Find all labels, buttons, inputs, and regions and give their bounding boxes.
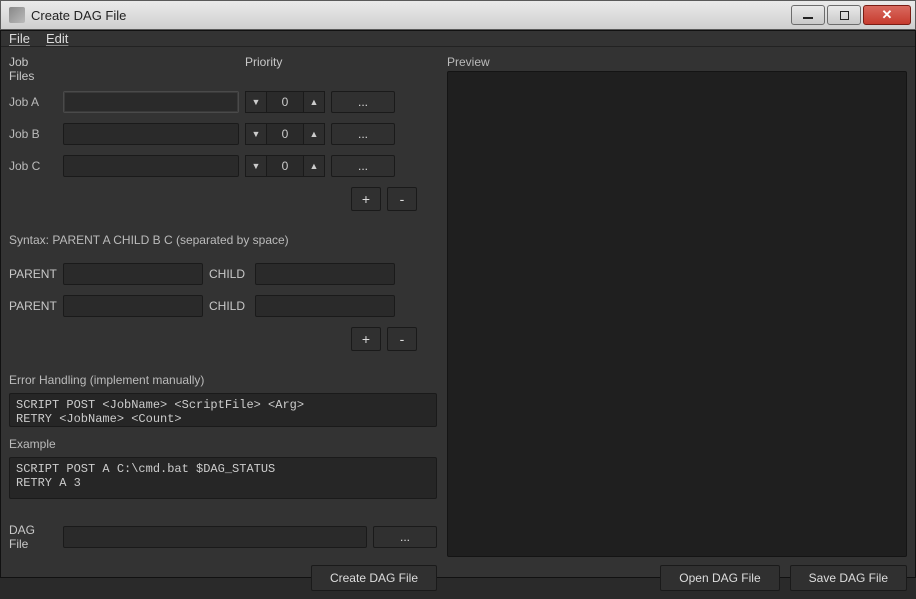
content: Job Files Priority Job A ▼ 0 ▲ ... Job B — [1, 47, 915, 599]
close-button[interactable]: ✕ — [863, 5, 911, 25]
left-bottom-row: Create DAG File — [9, 565, 437, 591]
job-file-input[interactable] — [63, 155, 239, 177]
priority-decrement[interactable]: ▼ — [245, 155, 267, 177]
priority-increment[interactable]: ▲ — [303, 155, 325, 177]
right-bottom-row: Open DAG File Save DAG File — [447, 565, 907, 591]
priority-value[interactable]: 0 — [267, 155, 303, 177]
job-label: Job A — [9, 95, 57, 109]
parent-label: PARENT — [9, 267, 57, 281]
window-buttons: ✕ — [789, 5, 911, 25]
parent-child-row: PARENT CHILD — [9, 263, 437, 285]
right-pane: Preview Open DAG File Save DAG File — [447, 55, 907, 591]
close-icon: ✕ — [882, 7, 893, 23]
job-label: Job B — [9, 127, 57, 141]
maximize-button[interactable] — [827, 5, 861, 25]
error-handling-code: SCRIPT POST <JobName> <ScriptFile> <Arg>… — [9, 393, 437, 427]
priority-increment[interactable]: ▲ — [303, 91, 325, 113]
header-jobfiles: Job Files — [9, 55, 57, 83]
browse-dag-button[interactable]: ... — [373, 526, 437, 548]
preview-area — [447, 71, 907, 557]
parent-child-row: PARENT CHILD — [9, 295, 437, 317]
maximize-icon — [840, 11, 849, 20]
error-handling-header: Error Handling (implement manually) — [9, 373, 437, 387]
window-title: Create DAG File — [31, 8, 789, 23]
minimize-icon — [803, 17, 813, 19]
left-pane: Job Files Priority Job A ▼ 0 ▲ ... Job B — [9, 55, 437, 591]
parent-input[interactable] — [63, 263, 203, 285]
minimize-button[interactable] — [791, 5, 825, 25]
browse-job-button[interactable]: ... — [331, 155, 395, 177]
preview-header: Preview — [447, 55, 907, 69]
priority-decrement[interactable]: ▼ — [245, 91, 267, 113]
dag-file-row: DAG File ... — [9, 523, 437, 551]
parent-input[interactable] — [63, 295, 203, 317]
priority-value[interactable]: 0 — [267, 91, 303, 113]
child-input[interactable] — [255, 263, 395, 285]
job-file-input[interactable] — [63, 91, 239, 113]
job-row-a: Job A ▼ 0 ▲ ... — [9, 91, 437, 113]
priority-value[interactable]: 0 — [267, 123, 303, 145]
remove-pc-button[interactable]: - — [387, 327, 417, 351]
job-file-input[interactable] — [63, 123, 239, 145]
priority-spinner: ▼ 0 ▲ — [245, 155, 325, 177]
menubar: File Edit — [1, 31, 915, 47]
add-job-button[interactable]: + — [351, 187, 381, 211]
job-row-controls: + - — [9, 187, 437, 211]
remove-job-button[interactable]: - — [387, 187, 417, 211]
priority-decrement[interactable]: ▼ — [245, 123, 267, 145]
browse-job-button[interactable]: ... — [331, 91, 395, 113]
browse-job-button[interactable]: ... — [331, 123, 395, 145]
window-body: File Edit Job Files Priority Job A ▼ 0 ▲… — [0, 30, 916, 578]
add-pc-button[interactable]: + — [351, 327, 381, 351]
header-priority: Priority — [245, 55, 325, 83]
child-label: CHILD — [209, 267, 249, 281]
menu-file[interactable]: File — [9, 31, 30, 46]
priority-spinner: ▼ 0 ▲ — [245, 123, 325, 145]
example-code: SCRIPT POST A C:\cmd.bat $DAG_STATUS RET… — [9, 457, 437, 499]
parent-child-controls: + - — [9, 327, 437, 351]
parent-label: PARENT — [9, 299, 57, 313]
job-row-b: Job B ▼ 0 ▲ ... — [9, 123, 437, 145]
priority-spinner: ▼ 0 ▲ — [245, 91, 325, 113]
jobfiles-header: Job Files Priority — [9, 55, 437, 83]
menu-edit[interactable]: Edit — [46, 31, 68, 46]
dag-file-label: DAG File — [9, 523, 57, 551]
child-label: CHILD — [209, 299, 249, 313]
example-header: Example — [9, 437, 437, 451]
priority-increment[interactable]: ▲ — [303, 123, 325, 145]
child-input[interactable] — [255, 295, 395, 317]
titlebar: Create DAG File ✕ — [0, 0, 916, 30]
syntax-label: Syntax: PARENT A CHILD B C (separated by… — [9, 233, 437, 247]
save-dag-button[interactable]: Save DAG File — [790, 565, 907, 591]
job-row-c: Job C ▼ 0 ▲ ... — [9, 155, 437, 177]
dag-file-input[interactable] — [63, 526, 367, 548]
job-label: Job C — [9, 159, 57, 173]
create-dag-button[interactable]: Create DAG File — [311, 565, 437, 591]
app-icon — [9, 7, 25, 23]
open-dag-button[interactable]: Open DAG File — [660, 565, 779, 591]
